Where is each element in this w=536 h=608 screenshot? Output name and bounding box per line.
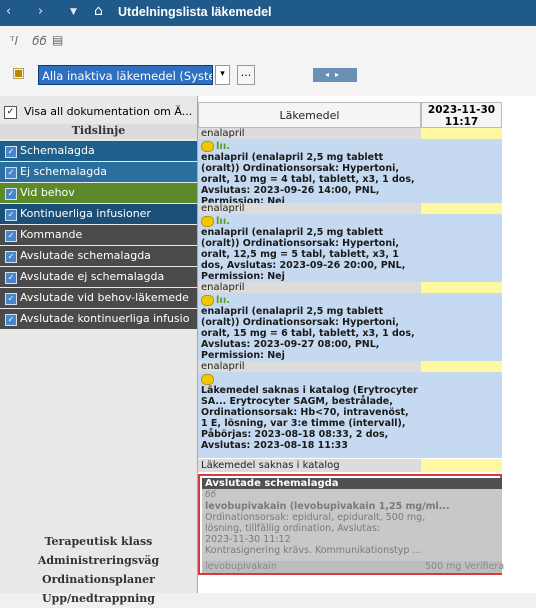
chevron-right-icon[interactable]: ›: [38, 4, 43, 19]
chart-icon: lıı.: [216, 216, 231, 227]
pill-icon: [201, 374, 214, 385]
category-avslutade-schemalagda[interactable]: ✓ Avslutade schemalagda: [0, 246, 197, 266]
title-bar: ‹ › ▼ ⌂ Utdelningslista läkemedel: [0, 0, 536, 26]
bottom-links: Terapeutisk klass Administreringsväg Ord…: [0, 532, 197, 608]
category-avslutade-vid-behov[interactable]: ✓ Avslutade vid behov-läkemede: [0, 288, 197, 308]
row-detail[interactable]: lıı. enalapril (enalapril 2,5 mg tablett…: [198, 139, 421, 207]
caret-down-icon[interactable]: ▼: [70, 7, 77, 17]
column-header-date[interactable]: 2023-11-30 11:17: [421, 102, 502, 128]
dose-cell[interactable]: [421, 128, 502, 139]
chart-icon: lıı.: [216, 295, 231, 306]
selected-section-header: Avslutade schemalagda: [202, 478, 502, 489]
link-terapeutisk-klass[interactable]: Terapeutisk klass: [0, 532, 197, 551]
timeline-header: Tidslinje: [0, 124, 197, 139]
pager-prev-icon[interactable]: ◂: [325, 70, 335, 79]
row-detail[interactable]: lıı. enalapril (enalapril 2,5 mg tablett…: [198, 214, 421, 282]
show-all-label: Visa all dokumentation om Ä...: [24, 105, 193, 118]
left-panel: ✓ Visa all dokumentation om Ä... Tidslin…: [0, 96, 197, 605]
row-detail[interactable]: lıı. enalapril (enalapril 2,5 mg tablett…: [198, 293, 421, 361]
filter-select[interactable]: Alla inaktiva läkemedel (System): [38, 65, 213, 85]
window-title: Utdelningslista läkemedel: [118, 5, 272, 19]
filter-calendar-icon[interactable]: ▣: [12, 65, 25, 81]
category-ej-schemalagda[interactable]: ✓ Ej schemalagda: [0, 162, 197, 182]
category-schemalagda[interactable]: ✓ Schemalagda: [0, 141, 197, 161]
pager-arrows[interactable]: ◂▸: [313, 68, 357, 82]
home-icon[interactable]: ⌂: [94, 3, 103, 19]
row-name[interactable]: enalapril: [198, 282, 421, 293]
category-kommande[interactable]: ✓ Kommande: [0, 225, 197, 245]
pill-icon: [201, 141, 214, 152]
medication-grid: Läkemedel 2023-11-30 11:17 enalapril lıı…: [197, 96, 536, 593]
column-header-medication[interactable]: Läkemedel: [198, 102, 421, 128]
link-administreringsvag[interactable]: Administreringsväg: [0, 551, 197, 570]
category-vid-behov[interactable]: ✓ Vid behov: [0, 183, 197, 203]
glasses-icon[interactable]: ϭϭ: [32, 34, 47, 48]
column-time: 11:17: [444, 116, 479, 128]
link-ordinationsplaner[interactable]: Ordinationsplaner: [0, 570, 197, 589]
chevron-left-icon[interactable]: ‹: [6, 4, 11, 19]
checkbox-icon[interactable]: ✓: [5, 293, 17, 305]
category-kontinuerliga-infusioner[interactable]: ✓ Kontinuerliga infusioner: [0, 204, 197, 224]
category-avslutade-kontinuerliga[interactable]: ✓ Avslutade kontinuerliga infusio: [0, 309, 197, 329]
document-icon[interactable]: ▤: [52, 33, 63, 47]
selected-detail[interactable]: ϭϭ levobupivakain (levobupivakain 1,25 m…: [202, 489, 502, 561]
dose-cell[interactable]: [421, 203, 502, 214]
row-name[interactable]: enalapril: [198, 361, 421, 372]
row-name-missing[interactable]: Läkemedel saknas i katalog: [198, 459, 421, 472]
checkbox-icon[interactable]: ✓: [5, 251, 17, 263]
dose-cell[interactable]: [421, 459, 502, 472]
checkbox-icon[interactable]: ✓: [5, 209, 17, 221]
dose-cell[interactable]: [421, 372, 502, 458]
glasses-icon: ϭϭ: [205, 490, 217, 500]
selected-medication[interactable]: Avslutade schemalagda ϭϭ levobupivakain …: [198, 474, 504, 575]
link-upp-nedtrappning[interactable]: Upp/nedtrappning: [0, 589, 197, 608]
row-name[interactable]: enalapril: [198, 128, 421, 139]
pill-icon: [201, 216, 214, 227]
more-button[interactable]: ...: [237, 65, 255, 85]
checkbox-icon[interactable]: ✓: [5, 188, 17, 200]
show-all-documentation[interactable]: ✓ Visa all dokumentation om Ä...: [0, 104, 197, 122]
checkbox-icon[interactable]: ✓: [5, 167, 17, 179]
dose-cell[interactable]: [421, 361, 502, 372]
dose-cell[interactable]: [421, 293, 502, 361]
dose-cell[interactable]: [421, 282, 502, 293]
checkbox-checked-icon[interactable]: ✓: [4, 106, 17, 119]
checkbox-icon[interactable]: ✓: [5, 272, 17, 284]
checkbox-icon[interactable]: ✓: [5, 146, 17, 158]
pill-history-icon[interactable]: ᵀ𝑙: [10, 34, 18, 49]
row-name[interactable]: enalapril: [198, 203, 421, 214]
chart-icon: lıı.: [216, 141, 231, 152]
filter-bar: ▣ Alla inaktiva läkemedel (System) ▾ ...…: [0, 56, 536, 96]
row-detail[interactable]: Läkemedel saknas i katalog (Erytrocyter …: [198, 372, 421, 458]
category-avslutade-ej-schemalagda[interactable]: ✓ Avslutade ej schemalagda: [0, 267, 197, 287]
pager-next-icon[interactable]: ▸: [335, 70, 345, 79]
checkbox-icon[interactable]: ✓: [5, 314, 17, 326]
dose-cell[interactable]: [421, 139, 502, 203]
chevron-down-icon[interactable]: ▾: [215, 65, 230, 85]
toolbar: ᵀ𝑙 ϭϭ ▤: [0, 26, 536, 56]
pill-icon: [201, 295, 214, 306]
dose-cell[interactable]: [421, 214, 502, 282]
checkbox-icon[interactable]: ✓: [5, 230, 17, 242]
column-date: 2023-11-30: [427, 104, 496, 116]
selected-footer[interactable]: levobupivakain 500 mg Verifiera: [202, 561, 504, 573]
